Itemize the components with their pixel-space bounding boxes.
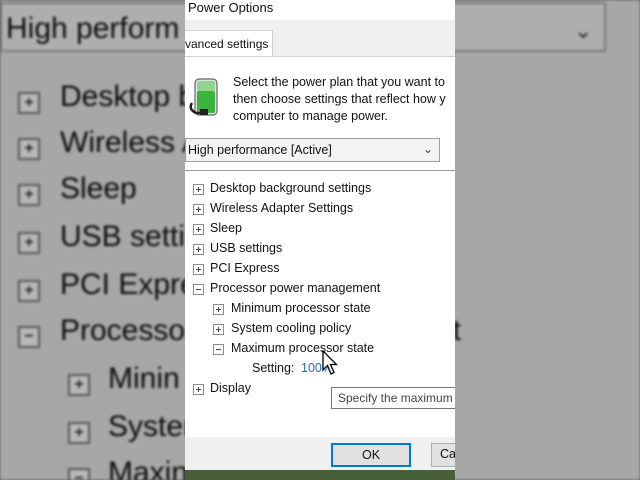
tree-node-label: System cooling policy <box>231 321 352 335</box>
tree-node-label: Minimum processor state <box>231 301 371 315</box>
setting-label: Setting: <box>252 361 295 375</box>
description-line: computer to manage power. <box>233 109 388 123</box>
expand-icon[interactable] <box>193 244 204 255</box>
collapse-icon[interactable] <box>213 344 224 355</box>
cancel-button[interactable]: Ca <box>431 443 455 467</box>
power-plan-select[interactable]: High performance [Active] ⌄ <box>185 138 440 162</box>
tree-node-label: Maximum processor state <box>231 341 375 355</box>
collapse-icon[interactable] <box>193 284 204 295</box>
tooltip: Specify the maximum <box>331 387 455 409</box>
tree-node-label: Sleep <box>210 221 242 235</box>
tab-label: vanced settings <box>185 37 269 51</box>
tooltip-text: Specify the maximum <box>338 391 453 405</box>
expand-icon[interactable] <box>193 224 204 235</box>
desktop-wallpaper-strip <box>185 470 455 480</box>
advanced-settings-panel: Select the power plan that you want to t… <box>185 56 455 437</box>
description-line: then choose settings that reflect how y <box>233 92 446 106</box>
expand-icon[interactable] <box>193 204 204 215</box>
expand-icon[interactable] <box>193 184 204 195</box>
window-title: Power Options <box>188 0 274 15</box>
tree-node-label: PCI Express <box>210 261 280 275</box>
expand-icon[interactable] <box>213 304 224 315</box>
tree-node-label: Display <box>210 381 251 395</box>
tab-advanced-settings[interactable]: vanced settings <box>185 30 273 57</box>
expand-icon[interactable] <box>213 324 224 335</box>
mouse-cursor-icon <box>322 350 338 375</box>
battery-power-icon <box>189 78 218 116</box>
title-bar: Power Options <box>185 0 455 20</box>
tree-node-label: Desktop background settings <box>210 181 372 195</box>
power-options-dialog: Power Options vanced settings Select the… <box>185 0 455 480</box>
ok-button[interactable]: OK <box>331 443 411 467</box>
tree-node-label: Wireless Adapter Settings <box>210 201 354 215</box>
description-line: Select the power plan that you want to <box>233 75 445 89</box>
tree-node-label: Processor power management <box>210 281 381 295</box>
chevron-down-icon[interactable]: ⌄ <box>423 142 433 156</box>
expand-icon[interactable] <box>193 384 204 395</box>
plan-description: Select the power plan that you want to t… <box>233 74 446 125</box>
tree-node-label: USB settings <box>210 241 283 255</box>
power-plan-value: High performance [Active] <box>188 143 332 157</box>
expand-icon[interactable] <box>193 264 204 275</box>
